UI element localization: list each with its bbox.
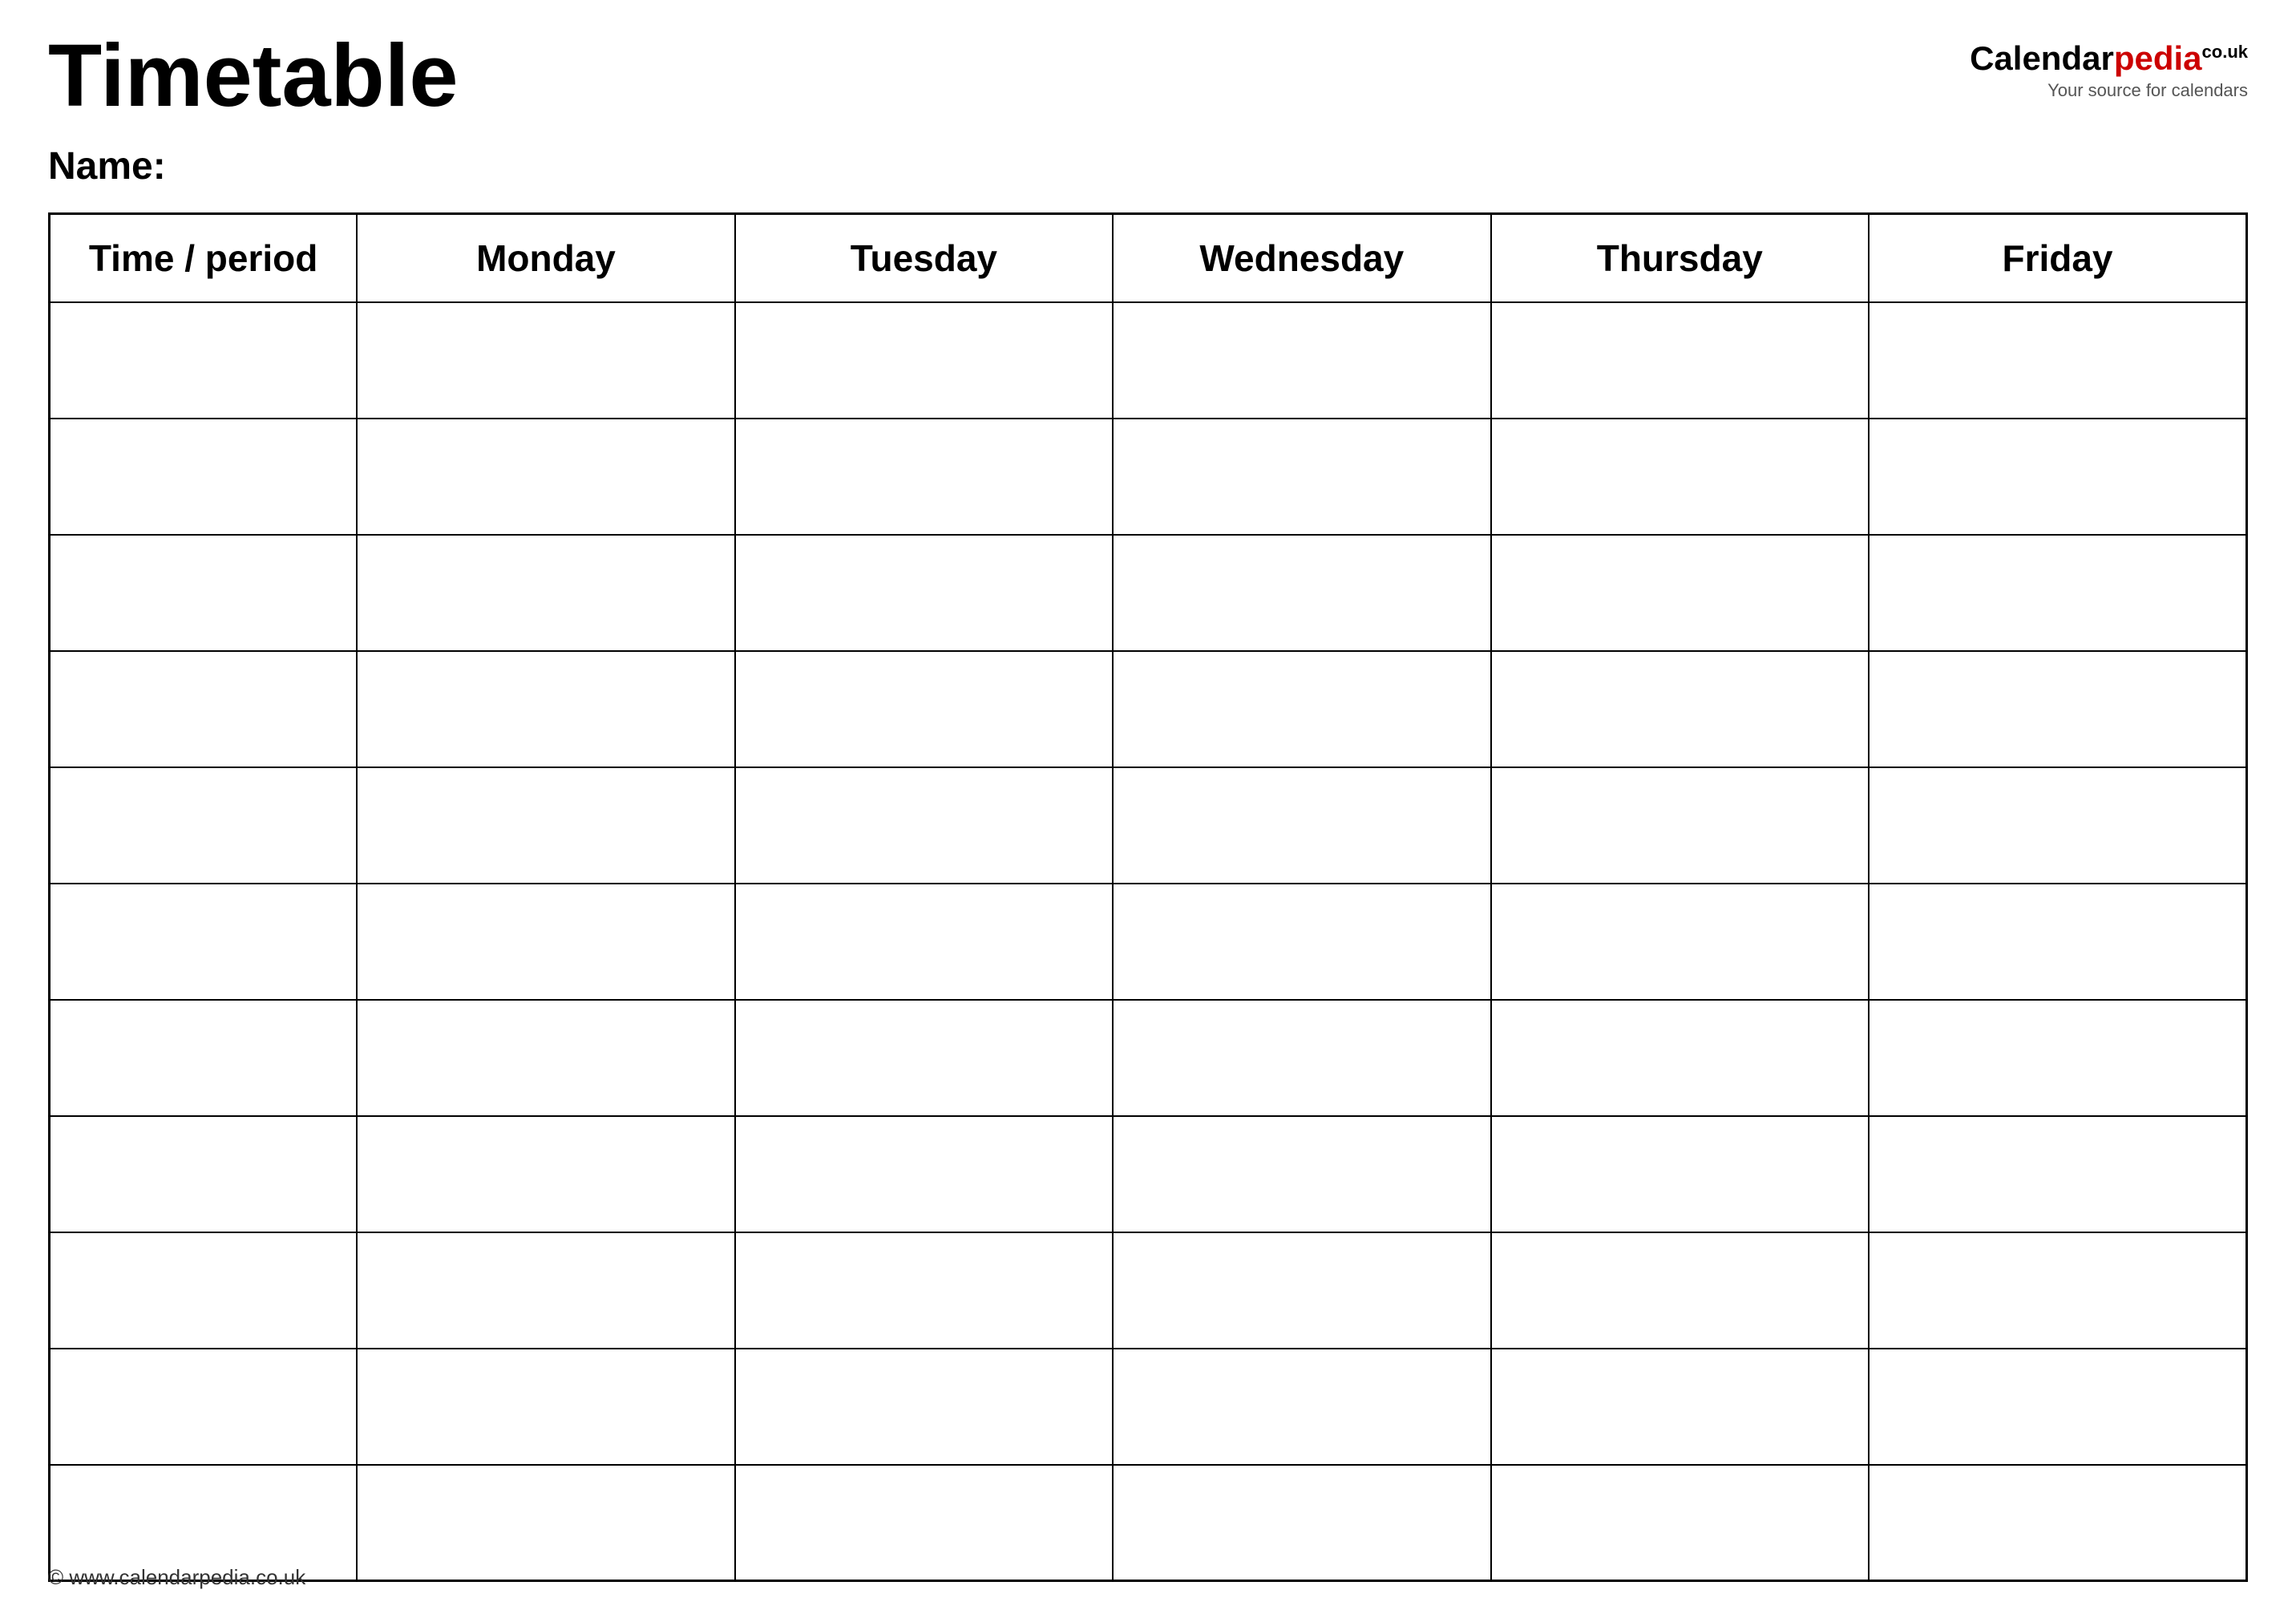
table-cell[interactable] (735, 535, 1113, 651)
table-cell[interactable] (735, 419, 1113, 535)
name-label: Name: (48, 144, 2248, 188)
table-cell[interactable] (1491, 1116, 1869, 1232)
table-cell[interactable] (1491, 535, 1869, 651)
logo-couk: co.uk (2202, 42, 2248, 62)
table-cell[interactable] (357, 302, 734, 419)
col-header-monday: Monday (357, 214, 734, 302)
table-row (50, 651, 2247, 767)
table-cell[interactable] (357, 1000, 734, 1116)
table-cell[interactable] (1869, 767, 2247, 884)
table-cell[interactable] (1491, 1232, 1869, 1349)
table-cell[interactable] (50, 884, 358, 1000)
footer-url: © www.calendarpedia.co.uk (48, 1565, 305, 1590)
table-cell[interactable] (1491, 1465, 1869, 1581)
table-row (50, 535, 2247, 651)
table-cell[interactable] (357, 1465, 734, 1581)
logo-calendar: Calendar (1970, 39, 2114, 77)
table-cell[interactable] (1491, 651, 1869, 767)
table-cell[interactable] (1491, 302, 1869, 419)
table-cell[interactable] (50, 419, 358, 535)
table-row (50, 1000, 2247, 1116)
table-cell[interactable] (1113, 535, 1490, 651)
table-cell[interactable] (1113, 1349, 1490, 1465)
table-row (50, 419, 2247, 535)
table-row (50, 767, 2247, 884)
table-cell[interactable] (735, 884, 1113, 1000)
table-cell[interactable] (357, 1116, 734, 1232)
table-cell[interactable] (1491, 767, 1869, 884)
table-cell[interactable] (1113, 651, 1490, 767)
table-row (50, 1465, 2247, 1581)
table-cell[interactable] (1869, 419, 2247, 535)
table-cell[interactable] (357, 1232, 734, 1349)
table-cell[interactable] (1491, 1000, 1869, 1116)
table-cell[interactable] (735, 1349, 1113, 1465)
timetable: Time / period Monday Tuesday Wednesday T… (48, 212, 2248, 1582)
col-header-friday: Friday (1869, 214, 2247, 302)
table-cell[interactable] (735, 302, 1113, 419)
table-cell[interactable] (1113, 1116, 1490, 1232)
table-cell[interactable] (1491, 884, 1869, 1000)
table-cell[interactable] (357, 535, 734, 651)
logo-area: Calendarpediaco.uk Your source for calen… (1970, 32, 2248, 101)
table-row (50, 1232, 2247, 1349)
table-cell[interactable] (735, 1465, 1113, 1581)
header-area: Timetable Calendarpediaco.uk Your source… (48, 32, 2248, 120)
table-cell[interactable] (1491, 419, 1869, 535)
table-header-row: Time / period Monday Tuesday Wednesday T… (50, 214, 2247, 302)
table-cell[interactable] (357, 884, 734, 1000)
table-row (50, 1349, 2247, 1465)
table-cell[interactable] (1869, 1000, 2247, 1116)
table-row (50, 302, 2247, 419)
table-cell[interactable] (357, 419, 734, 535)
table-cell[interactable] (357, 1349, 734, 1465)
table-cell[interactable] (1869, 884, 2247, 1000)
table-cell[interactable] (735, 1000, 1113, 1116)
table-cell[interactable] (1113, 302, 1490, 419)
table-cell[interactable] (735, 1232, 1113, 1349)
table-cell[interactable] (50, 1465, 358, 1581)
table-cell[interactable] (50, 1349, 358, 1465)
table-row (50, 884, 2247, 1000)
table-cell[interactable] (357, 767, 734, 884)
table-cell[interactable] (50, 1000, 358, 1116)
table-cell[interactable] (735, 767, 1113, 884)
table-cell[interactable] (735, 651, 1113, 767)
table-cell[interactable] (1869, 1349, 2247, 1465)
col-header-wednesday: Wednesday (1113, 214, 1490, 302)
table-cell[interactable] (50, 651, 358, 767)
timetable-body (50, 302, 2247, 1581)
table-cell[interactable] (735, 1116, 1113, 1232)
table-row (50, 1116, 2247, 1232)
logo-text: Calendarpediaco.uk (1970, 40, 2248, 77)
table-cell[interactable] (357, 651, 734, 767)
table-cell[interactable] (1113, 884, 1490, 1000)
table-cell[interactable] (1113, 767, 1490, 884)
table-cell[interactable] (1869, 1465, 2247, 1581)
table-cell[interactable] (50, 1116, 358, 1232)
table-cell[interactable] (50, 535, 358, 651)
table-cell[interactable] (50, 302, 358, 419)
table-cell[interactable] (1113, 419, 1490, 535)
table-cell[interactable] (1869, 1232, 2247, 1349)
logo-tagline: Your source for calendars (2047, 80, 2248, 101)
table-cell[interactable] (50, 1232, 358, 1349)
page-title: Timetable (48, 32, 459, 120)
table-cell[interactable] (1869, 1116, 2247, 1232)
table-cell[interactable] (50, 767, 358, 884)
logo-pedia: pedia (2114, 39, 2202, 77)
table-cell[interactable] (1869, 651, 2247, 767)
table-cell[interactable] (1869, 535, 2247, 651)
table-cell[interactable] (1113, 1000, 1490, 1116)
table-cell[interactable] (1869, 302, 2247, 419)
table-cell[interactable] (1491, 1349, 1869, 1465)
col-header-thursday: Thursday (1491, 214, 1869, 302)
col-header-tuesday: Tuesday (735, 214, 1113, 302)
table-cell[interactable] (1113, 1465, 1490, 1581)
table-cell[interactable] (1113, 1232, 1490, 1349)
col-header-time: Time / period (50, 214, 358, 302)
